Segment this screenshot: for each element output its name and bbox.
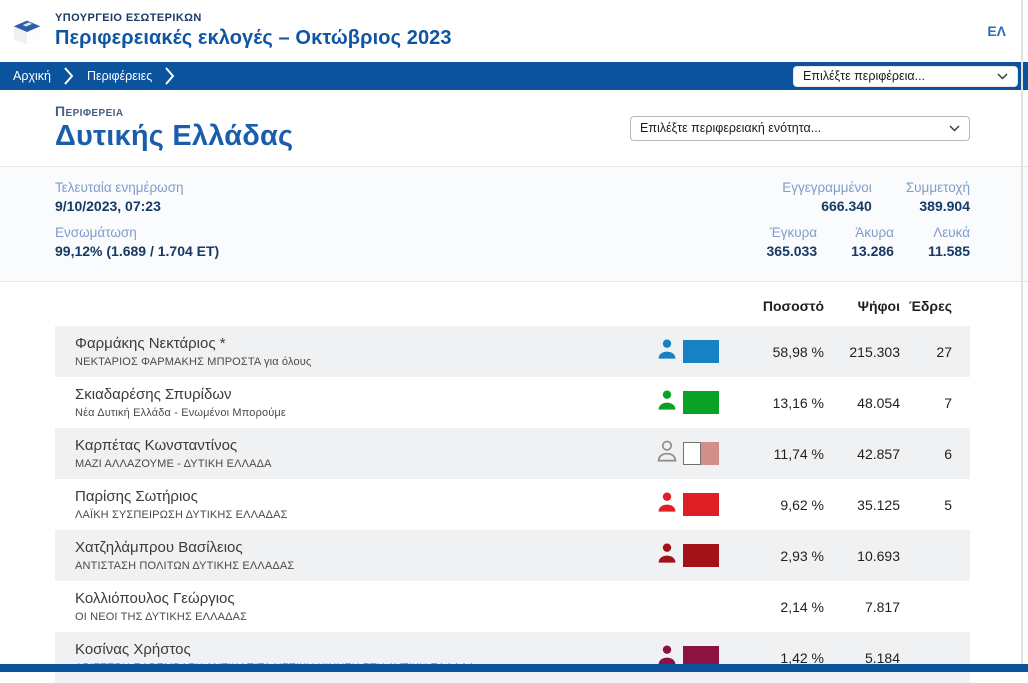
ministry-label: ΥΠΟΥΡΓΕΙΟ ΕΣΩΤΕΡΙΚΩΝ xyxy=(55,12,452,24)
candidate-name: Χατζηλάμπρου Βασίλειος xyxy=(75,539,646,556)
votes-value: 7.817 xyxy=(824,599,900,615)
candidate-indicators xyxy=(646,490,746,519)
votes-value: 10.693 xyxy=(824,548,900,564)
regional-unit-select-placeholder: Επιλέξτε περιφερειακή ενότητα... xyxy=(640,121,821,135)
candidate-name: Κοσίνας Χρήστος xyxy=(75,641,646,658)
column-votes: Ψήφοι xyxy=(824,298,900,314)
candidate-name: Σκιαδαρέσης Σπυρίδων xyxy=(75,386,646,403)
invalid-value: 13.286 xyxy=(851,242,894,261)
party-name: ΜΑΖΙ ΑΛΛΑΖΟΥΜΕ - ΔΥΤΙΚΗ ΕΛΛΑΔΑ xyxy=(75,458,646,470)
results-table-header: Ποσοστό Ψήφοι Έδρες xyxy=(55,282,970,326)
page-title: Περιφερειακές εκλογές – Οκτώβριος 2023 xyxy=(55,27,452,50)
candidate-indicators xyxy=(646,388,746,417)
region-select[interactable]: Επιλέξτε περιφέρεια... xyxy=(793,66,1018,87)
votes-value: 42.857 xyxy=(824,446,900,462)
party-name: Νέα Δυτική Ελλάδα - Ενωμένοι Μπορούμε xyxy=(75,407,646,419)
result-row[interactable]: Σκιαδαρέσης Σπυρίδων Νέα Δυτική Ελλάδα -… xyxy=(55,377,970,428)
result-row[interactable]: Χατζηλάμπρου Βασίλειος ΑΝΤΙΣΤΑΣΗ ΠΟΛΙΤΩΝ… xyxy=(55,530,970,581)
turnout-value: 389.904 xyxy=(906,197,970,216)
region-kind-label: Περιφερεια xyxy=(55,103,293,119)
percent-value: 2,93 % xyxy=(746,548,824,564)
person-icon xyxy=(656,439,678,468)
person-icon xyxy=(656,337,678,366)
region-select-placeholder: Επιλέξτε περιφέρεια... xyxy=(803,69,925,83)
integration-value: 99,12% (1.689 / 1.704 ΕΤ) xyxy=(55,242,219,261)
percent-value: 13,16 % xyxy=(746,395,824,411)
footer-bar xyxy=(0,664,1028,672)
candidate-indicators xyxy=(646,541,746,570)
percent-value: 11,74 % xyxy=(746,446,824,462)
results-rows: Φαρμάκης Νεκτάριος * ΝΕΚΤΑΡΙΟΣ ΦΑΡΜΑΚΗΣ … xyxy=(55,326,970,683)
last-update-label: Τελευταία ενημέρωση xyxy=(55,178,219,197)
scrollbar[interactable] xyxy=(1021,0,1023,672)
invalid-label: Άκυρα xyxy=(851,223,894,242)
chevron-right-icon xyxy=(165,66,175,86)
candidate-name: Καρπέτας Κωνσταντίνος xyxy=(75,437,646,454)
seats-value: 5 xyxy=(900,497,952,513)
breadcrumb-bar: Αρχική Περιφέρειες Επιλέξτε περιφέρεια..… xyxy=(0,62,1028,90)
party-color-swatch xyxy=(683,544,719,567)
party-color-swatch xyxy=(683,391,719,414)
votes-value: 35.125 xyxy=(824,497,900,513)
breadcrumb: Αρχική Περιφέρειες xyxy=(0,66,175,86)
integration-label: Ενσωμάτωση xyxy=(55,223,219,242)
result-row[interactable]: Φαρμάκης Νεκτάριος * ΝΕΚΤΑΡΙΟΣ ΦΑΡΜΑΚΗΣ … xyxy=(55,326,970,377)
turnout-label: Συμμετοχή xyxy=(906,178,970,197)
blank-label: Λευκά xyxy=(928,223,970,242)
registered-value: 666.340 xyxy=(782,197,872,216)
party-color-swatch xyxy=(683,442,719,465)
candidate-name: Παρίσης Σωτήριος xyxy=(75,488,646,505)
site-header: ΥΠΟΥΡΓΕΙΟ ΕΣΩΤΕΡΙΚΩΝ Περιφερειακές εκλογ… xyxy=(0,0,1028,62)
region-header: Περιφερεια Δυτικής Ελλάδας Επιλέξτε περι… xyxy=(0,90,1028,167)
party-name: ΑΝΤΙΣΤΑΣΗ ΠΟΛΙΤΩΝ ΔΥΤΙΚΗΣ ΕΛΛΑΔΑΣ xyxy=(75,560,646,572)
regional-unit-select[interactable]: Επιλέξτε περιφερειακή ενότητα... xyxy=(630,116,970,141)
person-icon xyxy=(656,388,678,417)
valid-value: 365.033 xyxy=(767,242,818,261)
percent-value: 58,98 % xyxy=(746,344,824,360)
region-name: Δυτικής Ελλάδας xyxy=(55,120,293,153)
chevron-down-icon xyxy=(997,69,1008,83)
results-table: Ποσοστό Ψήφοι Έδρες Φαρμάκης Νεκτάριος *… xyxy=(0,282,1028,683)
candidate-indicators xyxy=(646,439,746,468)
chevron-right-icon xyxy=(64,66,74,86)
last-update-value: 9/10/2023, 07:23 xyxy=(55,197,219,216)
votes-value: 215.303 xyxy=(824,344,900,360)
ballot-box-icon xyxy=(10,14,44,48)
breadcrumb-home[interactable]: Αρχική xyxy=(0,69,64,83)
candidate-indicators xyxy=(646,337,746,366)
stats-band: Τελευταία ενημέρωση 9/10/2023, 07:23 Ενσ… xyxy=(0,167,1028,282)
person-icon xyxy=(656,541,678,570)
candidate-name: Κολλιόπουλος Γεώργιος xyxy=(75,590,646,607)
result-row[interactable]: Κολλιόπουλος Γεώργιος ΟΙ ΝΕΟΙ ΤΗΣ ΔΥΤΙΚΗ… xyxy=(55,581,970,632)
language-toggle[interactable]: ΕΛ xyxy=(987,23,1006,39)
chevron-down-icon xyxy=(949,121,960,135)
registered-label: Εγγεγραμμένοι xyxy=(782,178,872,197)
candidate-name: Φαρμάκης Νεκτάριος * xyxy=(75,335,646,352)
candidate-indicators xyxy=(646,592,746,621)
valid-label: Έγκυρα xyxy=(767,223,818,242)
result-row[interactable]: Κοσίνας Χρήστος ΑΡΙΣΤΕΡΗ ΠΑΡΕΜΒΑΣΗ ΑΝΤΙΚ… xyxy=(55,632,970,683)
party-color-swatch xyxy=(683,493,719,516)
blank-value: 11.585 xyxy=(928,242,970,261)
percent-value: 2,14 % xyxy=(746,599,824,615)
result-row[interactable]: Καρπέτας Κωνσταντίνος ΜΑΖΙ ΑΛΛΑΖΟΥΜΕ - Δ… xyxy=(55,428,970,479)
votes-value: 48.054 xyxy=(824,395,900,411)
party-name: ΟΙ ΝΕΟΙ ΤΗΣ ΔΥΤΙΚΗΣ ΕΛΛΑΔΑΣ xyxy=(75,611,646,623)
result-row[interactable]: Παρίσης Σωτήριος ΛΑΪΚΗ ΣΥΣΠΕΙΡΩΣΗ ΔΥΤΙΚΗ… xyxy=(55,479,970,530)
seats-value: 27 xyxy=(900,344,952,360)
seats-value: 7 xyxy=(900,395,952,411)
percent-value: 9,62 % xyxy=(746,497,824,513)
column-percent: Ποσοστό xyxy=(746,298,824,314)
party-color-swatch xyxy=(683,340,719,363)
seats-value: 6 xyxy=(900,446,952,462)
breadcrumb-regions[interactable]: Περιφέρειες xyxy=(74,69,165,83)
column-seats: Έδρες xyxy=(900,298,952,314)
brand-home-link[interactable]: ΥΠΟΥΡΓΕΙΟ ΕΣΩΤΕΡΙΚΩΝ Περιφερειακές εκλογ… xyxy=(10,12,452,50)
party-name: ΝΕΚΤΑΡΙΟΣ ΦΑΡΜΑΚΗΣ ΜΠΡΟΣΤΑ για όλους xyxy=(75,356,646,368)
person-icon xyxy=(656,490,678,519)
party-name: ΛΑΪΚΗ ΣΥΣΠΕΙΡΩΣΗ ΔΥΤΙΚΗΣ ΕΛΛΑΔΑΣ xyxy=(75,509,646,521)
